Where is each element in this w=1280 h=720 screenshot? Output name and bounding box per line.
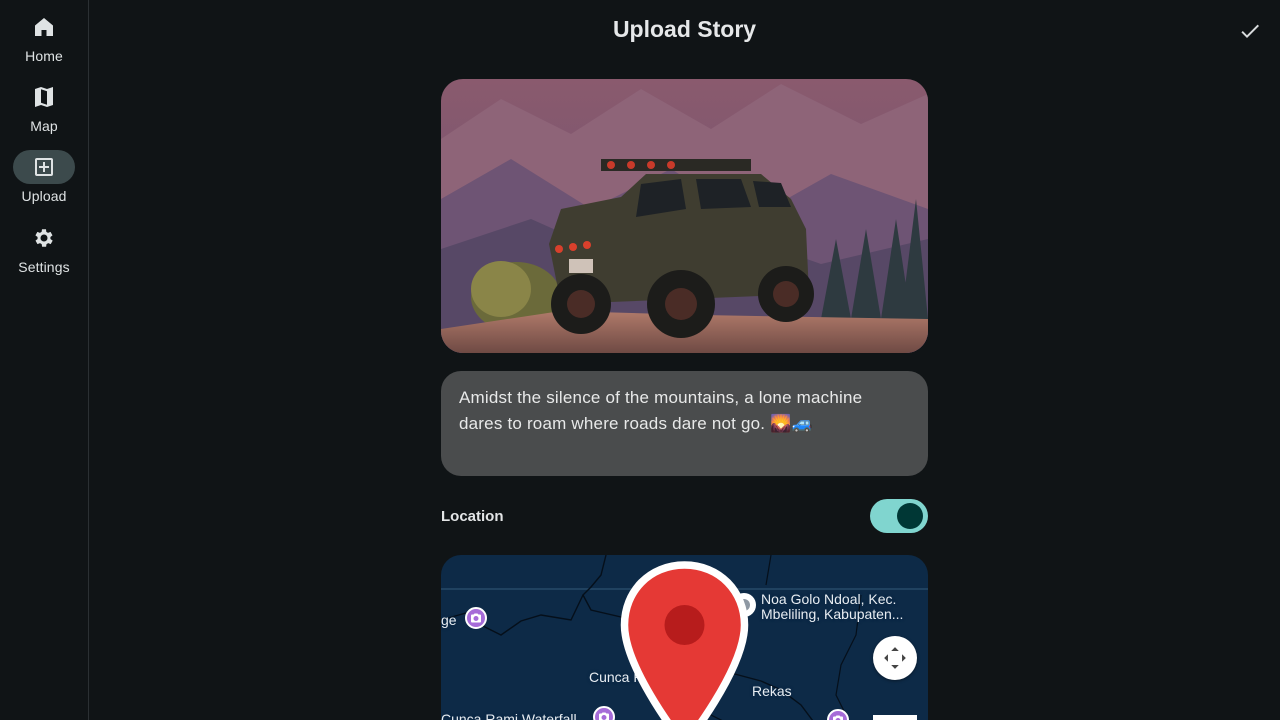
nav-item-upload[interactable]: Upload	[0, 150, 88, 212]
nav-pill-map	[13, 80, 75, 114]
navigation-rail: Home Map Upload Settings	[0, 0, 89, 720]
map-label-rekas: Rekas	[752, 683, 792, 699]
map-label-waterfall: Cunca Rami Waterfall	[441, 711, 577, 720]
nav-item-map[interactable]: Map	[0, 80, 88, 142]
nav-label-home: Home	[25, 48, 63, 64]
camera-icon	[599, 712, 609, 720]
fit-bounds-icon	[884, 647, 906, 669]
map-recenter-button[interactable]	[873, 636, 917, 680]
story-photo[interactable]	[441, 79, 928, 353]
add-box-icon	[35, 158, 53, 176]
page-title: Upload Story	[612, 16, 757, 42]
nav-pill-home	[13, 10, 75, 44]
home-icon	[35, 18, 53, 36]
confirm-button[interactable]	[1236, 17, 1264, 45]
nav-item-settings[interactable]: Settings	[0, 221, 88, 283]
toggle-knob	[897, 503, 923, 529]
location-row: Location	[441, 499, 928, 533]
map-control-chip[interactable]	[873, 715, 917, 720]
check-icon	[1241, 24, 1259, 38]
caption-text: Amidst the silence of the mountains, a l…	[459, 388, 863, 433]
offroad-vehicle-image	[441, 79, 928, 353]
nav-pill-upload	[13, 150, 75, 184]
nav-label-settings: Settings	[18, 259, 70, 275]
nav-pill-settings	[13, 221, 75, 255]
location-map[interactable]: ge Noa Golo Ndoal, Kec. Mbeliling, Kabup…	[441, 555, 928, 720]
upload-story-screen: Home Map Upload Settings Upload Story Am…	[0, 0, 1280, 720]
caption-input[interactable]: Amidst the silence of the mountains, a l…	[441, 371, 928, 476]
location-toggle[interactable]	[870, 499, 928, 533]
nav-label-upload: Upload	[21, 188, 67, 204]
location-pin-icon[interactable]	[441, 555, 928, 720]
gear-icon	[35, 229, 53, 247]
map-icon	[35, 87, 53, 107]
nav-item-home[interactable]: Home	[0, 10, 88, 72]
location-label: Location	[441, 507, 504, 525]
camera-icon	[833, 715, 843, 720]
nav-label-map: Map	[30, 118, 58, 134]
